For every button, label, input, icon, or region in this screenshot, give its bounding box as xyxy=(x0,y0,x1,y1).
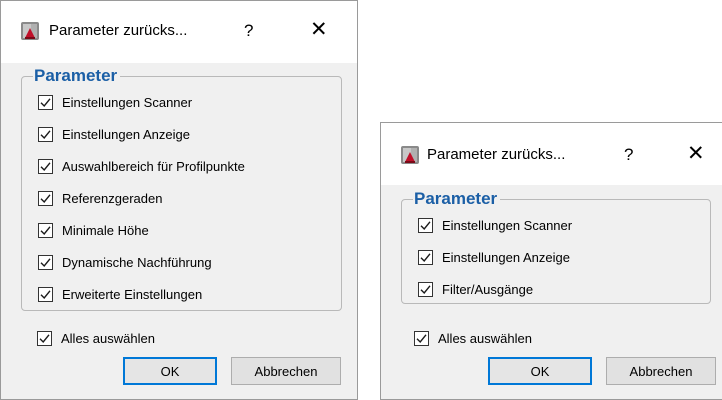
checkbox[interactable] xyxy=(38,254,53,270)
ok-button[interactable]: OK xyxy=(123,357,217,385)
reset-parameters-dialog-large: Parameter zurücks... ? ✕ Parameter Einst… xyxy=(0,0,358,400)
option-label: Minimale Höhe xyxy=(62,222,149,238)
group-title: Parameter xyxy=(33,66,121,86)
checkbox[interactable] xyxy=(37,330,52,346)
checkbox[interactable] xyxy=(414,330,429,346)
checkmark-icon xyxy=(419,219,432,232)
select-all-checkbox[interactable]: Alles auswählen xyxy=(37,328,155,348)
option-checkbox[interactable]: Einstellungen Scanner xyxy=(38,92,192,112)
option-checkbox[interactable]: Referenzgeraden xyxy=(38,188,162,208)
scanner-app-icon xyxy=(399,144,421,166)
option-checkbox[interactable]: Einstellungen Anzeige xyxy=(418,247,570,267)
checkmark-icon xyxy=(419,283,432,296)
close-icon[interactable]: ✕ xyxy=(310,19,328,40)
reset-parameters-dialog-small: Parameter zurücks... ? ✕ Parameter Einst… xyxy=(380,122,722,400)
option-label: Einstellungen Anzeige xyxy=(442,249,570,265)
title-bar: Parameter zurücks... ? ✕ xyxy=(1,1,357,63)
cancel-button[interactable]: Abbrechen xyxy=(231,357,341,385)
checkbox[interactable] xyxy=(38,158,53,174)
checkmark-icon xyxy=(39,224,52,237)
option-label: Einstellungen Anzeige xyxy=(62,126,190,142)
checkbox[interactable] xyxy=(38,190,53,206)
option-checkbox[interactable]: Filter/Ausgänge xyxy=(418,279,533,299)
option-label: Referenzgeraden xyxy=(62,190,163,206)
title-bar: Parameter zurücks... ? ✕ xyxy=(381,123,722,185)
group-title: Parameter xyxy=(413,189,501,209)
scanner-app-icon xyxy=(19,20,41,42)
checkmark-icon xyxy=(39,96,52,109)
select-all-label: Alles auswählen xyxy=(438,330,532,346)
checkbox[interactable] xyxy=(418,281,433,297)
parameter-groupbox: Parameter Einstellungen Scanner Einstellu… xyxy=(21,66,342,311)
option-checkbox[interactable]: Dynamische Nachführung xyxy=(38,252,212,272)
select-all-checkbox[interactable]: Alles auswählen xyxy=(414,328,532,348)
option-label: Einstellungen Scanner xyxy=(442,217,573,233)
option-label: Erweiterte Einstellungen xyxy=(62,286,203,302)
checkbox[interactable] xyxy=(38,286,53,302)
checkbox[interactable] xyxy=(418,249,433,265)
checkmark-icon xyxy=(39,288,52,301)
parameter-groupbox: Parameter Einstellungen Scanner Einstellu… xyxy=(401,189,711,304)
checkbox[interactable] xyxy=(38,222,53,238)
option-checkbox[interactable]: Auswahlbereich für Profilpunkte xyxy=(38,156,245,176)
checkbox[interactable] xyxy=(418,217,433,233)
option-checkbox[interactable]: Erweiterte Einstellungen xyxy=(38,284,202,304)
option-checkbox[interactable]: Minimale Höhe xyxy=(38,220,149,240)
ok-button[interactable]: OK xyxy=(488,357,592,385)
checkbox[interactable] xyxy=(38,126,53,142)
checkmark-icon xyxy=(415,332,428,345)
option-label: Filter/Ausgänge xyxy=(442,281,534,297)
select-all-label: Alles auswählen xyxy=(61,330,155,346)
option-label: Dynamische Nachführung xyxy=(62,254,212,270)
option-label: Einstellungen Scanner xyxy=(62,94,193,110)
option-label: Auswahlbereich für Profilpunkte xyxy=(62,158,245,174)
checkmark-icon xyxy=(38,332,51,345)
dialog-title: Parameter zurücks... xyxy=(427,146,566,163)
checkmark-icon xyxy=(39,256,52,269)
dialog-title: Parameter zurücks... xyxy=(49,22,188,39)
checkmark-icon xyxy=(419,251,432,264)
option-checkbox[interactable]: Einstellungen Scanner xyxy=(418,215,572,235)
checkmark-icon xyxy=(39,192,52,205)
cancel-button[interactable]: Abbrechen xyxy=(606,357,716,385)
checkmark-icon xyxy=(39,160,52,173)
checkbox[interactable] xyxy=(38,94,53,110)
help-icon[interactable]: ? xyxy=(244,21,253,41)
option-checkbox[interactable]: Einstellungen Anzeige xyxy=(38,124,190,144)
help-icon[interactable]: ? xyxy=(624,145,633,165)
checkmark-icon xyxy=(39,128,52,141)
close-icon[interactable]: ✕ xyxy=(687,143,705,164)
